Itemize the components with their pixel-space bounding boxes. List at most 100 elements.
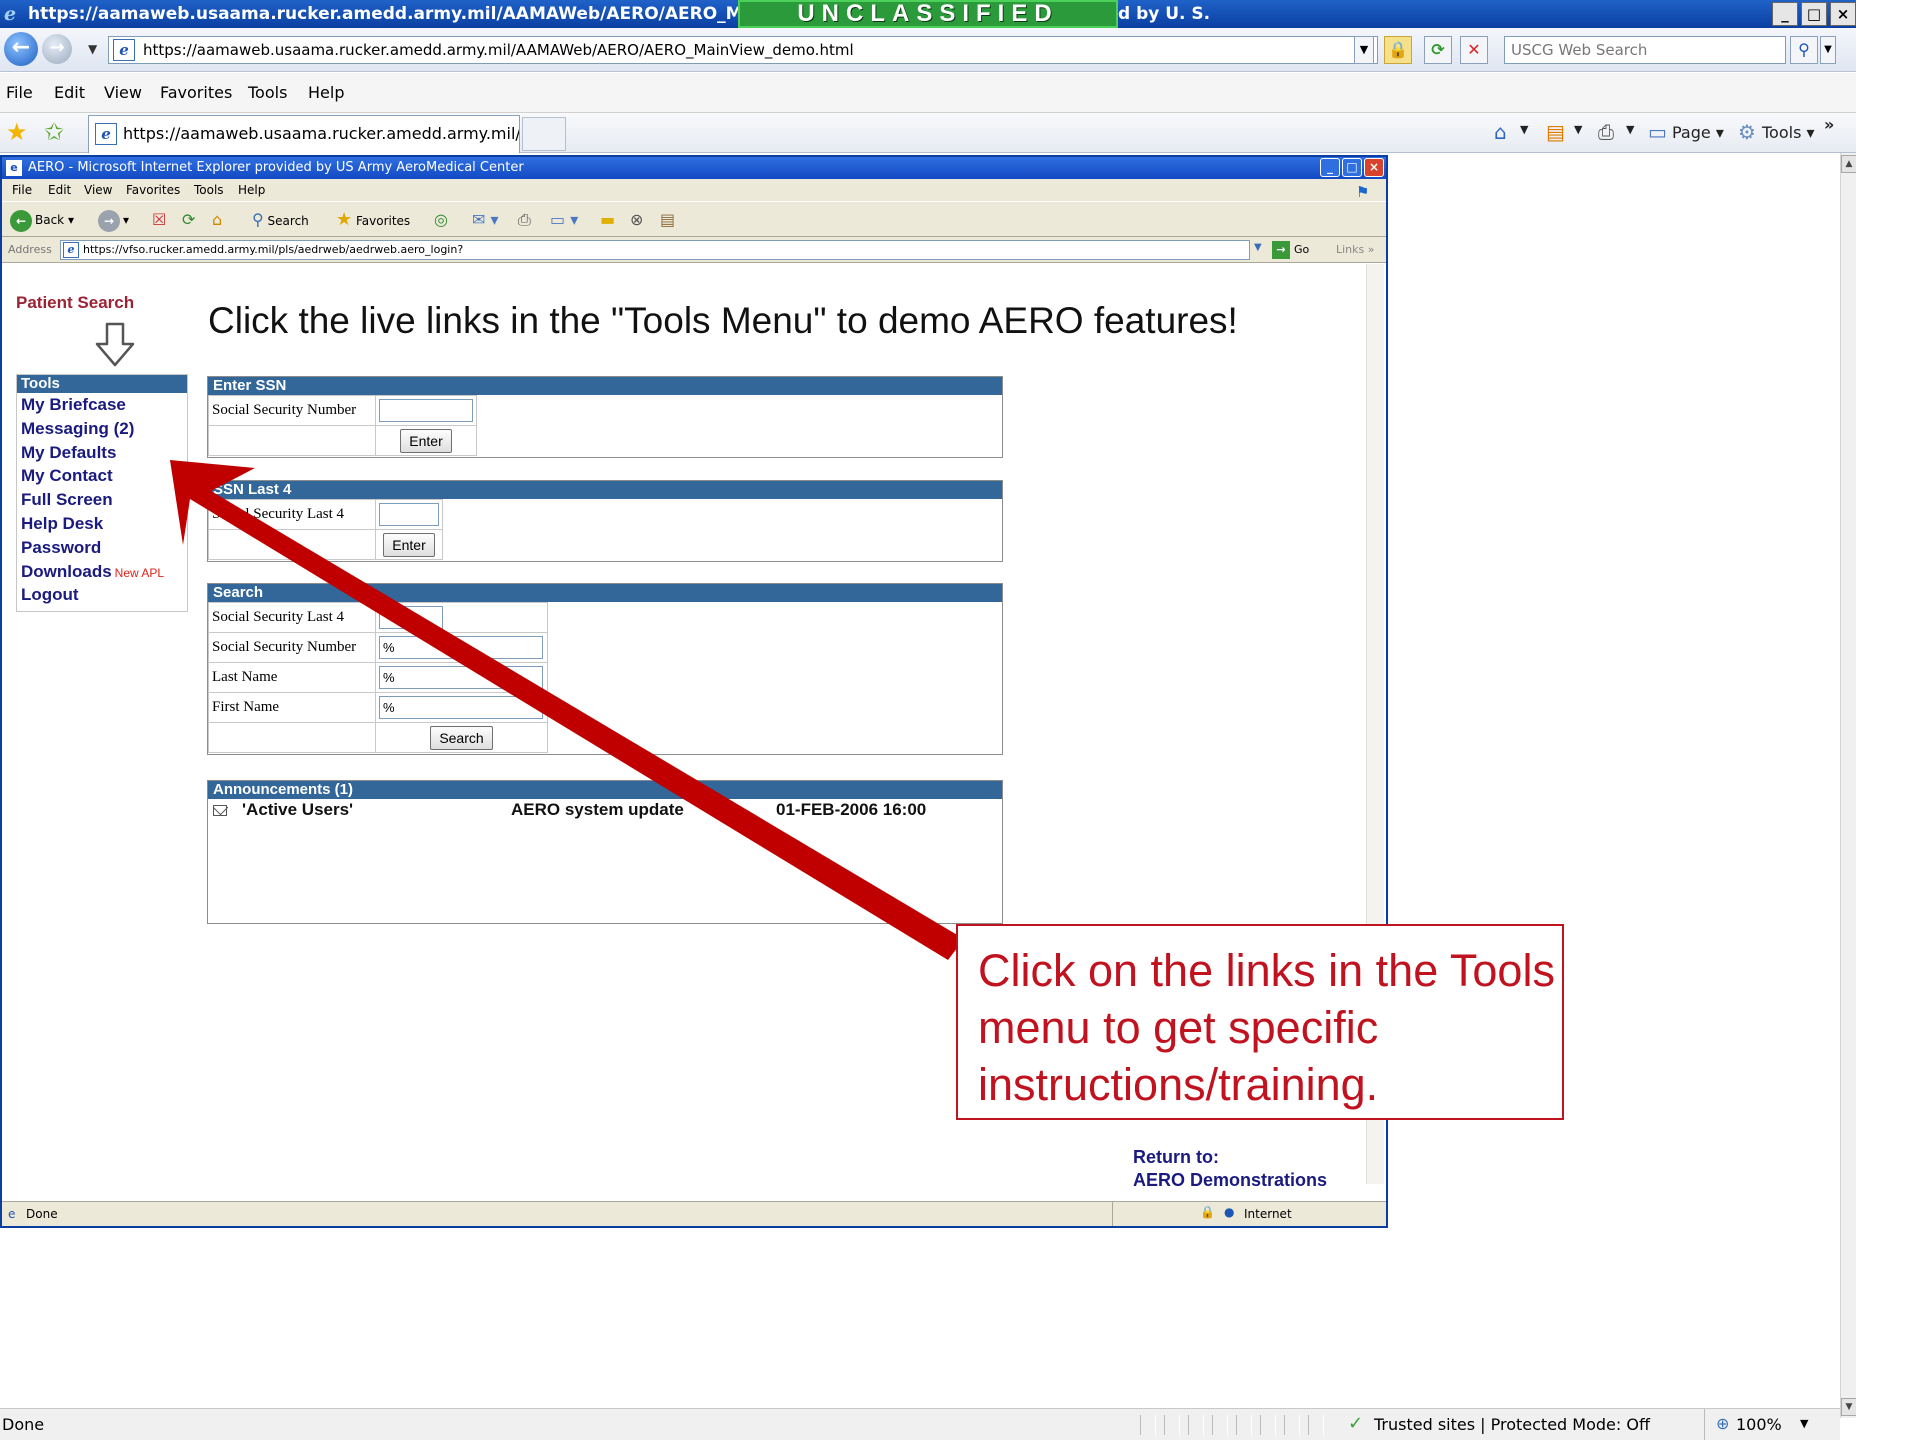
tools-link-label: Password: [21, 537, 102, 557]
inner-refresh-icon[interactable]: ⟳: [182, 208, 195, 232]
new-apl-badge: New APL: [114, 565, 165, 580]
page-menu-label: Page: [1672, 123, 1711, 142]
aero-demonstrations-link[interactable]: AERO Demonstrations: [1133, 1169, 1327, 1192]
tools-link-my-contact[interactable]: My Contact: [21, 464, 187, 488]
ssn-last4-input[interactable]: [379, 503, 439, 526]
new-tab-button[interactable]: [522, 117, 566, 151]
inner-close-button[interactable]: ×: [1364, 158, 1384, 177]
inner-print-icon[interactable]: ⎙: [518, 208, 531, 232]
browser-tab[interactable]: e https://aamaweb.usaama.rucker.amedd.ar…: [88, 115, 520, 153]
inner-stop-icon[interactable]: ☒: [152, 208, 166, 232]
tools-link-help-desk[interactable]: Help Desk: [21, 512, 187, 536]
home-dropdown-icon[interactable]: ▼: [1520, 123, 1528, 136]
page-menu[interactable]: Page ▾: [1672, 123, 1724, 142]
close-button[interactable]: ×: [1830, 2, 1856, 26]
menu-help[interactable]: Help: [308, 83, 344, 102]
inner-media-icon[interactable]: ◎: [434, 208, 448, 232]
menu-view[interactable]: View: [104, 83, 142, 102]
status-segment: [1308, 1415, 1324, 1435]
inner-maximize-button[interactable]: □: [1342, 158, 1362, 177]
first-name-input[interactable]: [379, 696, 543, 719]
outer-scrollbar[interactable]: ▲ ▼: [1840, 153, 1857, 1418]
web-search-input[interactable]: USCG Web Search: [1504, 36, 1786, 64]
url-dropdown-icon[interactable]: ▼: [1354, 36, 1374, 64]
inner-folder-icon[interactable]: ▬: [600, 208, 615, 232]
last-name-input[interactable]: [379, 666, 543, 689]
tools-gear-icon: ⚙: [1738, 120, 1756, 144]
inner-links-label[interactable]: Links »: [1336, 243, 1375, 256]
internet-globe-icon: ●: [1224, 1205, 1235, 1219]
tools-link-messaging[interactable]: Messaging (2): [21, 417, 187, 441]
tools-menu[interactable]: Tools ▾: [1762, 123, 1815, 142]
enter-ssn-last4-button[interactable]: Enter: [383, 532, 435, 557]
inner-home-icon[interactable]: ⌂: [212, 208, 222, 232]
search-icon[interactable]: ⚲: [1790, 36, 1818, 64]
minimize-button[interactable]: _: [1772, 2, 1798, 26]
inner-menu-tools[interactable]: Tools: [194, 183, 224, 197]
inner-minimize-button[interactable]: _: [1320, 158, 1340, 177]
back-button[interactable]: ←: [4, 32, 38, 66]
favorites-center-icon[interactable]: ★: [6, 119, 28, 145]
inner-block-icon[interactable]: ⊗: [630, 208, 643, 232]
security-zone[interactable]: Trusted sites | Protected Mode: Off: [1374, 1415, 1650, 1434]
zoom-dropdown-icon[interactable]: ▼: [1800, 1417, 1808, 1430]
inner-go-button[interactable]: → Go: [1272, 241, 1309, 259]
stop-icon[interactable]: ✕: [1460, 36, 1488, 64]
status-divider: [1704, 1409, 1705, 1440]
inner-edit-icon[interactable]: ▭ ▾: [550, 208, 578, 232]
tools-link-password[interactable]: Password: [21, 536, 187, 560]
tools-link-my-briefcase[interactable]: My Briefcase: [21, 393, 187, 417]
announcement-group[interactable]: 'Active Users': [242, 800, 353, 820]
tools-link-label: Logout: [21, 585, 79, 605]
restore-button[interactable]: □: [1801, 2, 1827, 26]
forward-button[interactable]: →: [42, 34, 72, 64]
inner-favorites-button[interactable]: ★ Favorites: [336, 208, 410, 232]
tools-menu-label: Tools: [1762, 123, 1802, 142]
menu-file[interactable]: File: [6, 83, 33, 102]
inner-menu-file[interactable]: File: [12, 183, 32, 197]
inner-research-icon[interactable]: ▤: [660, 208, 675, 232]
feeds-icon[interactable]: ▤: [1546, 121, 1565, 143]
zoom-level[interactable]: 100%: [1736, 1415, 1782, 1434]
refresh-icon[interactable]: ⟳: [1424, 36, 1452, 64]
inner-back-button[interactable]: ← Back ▾: [10, 208, 74, 232]
inner-window-title: AERO - Microsoft Internet Explorer provi…: [28, 160, 524, 175]
ssn-input[interactable]: [379, 399, 473, 422]
lock-icon[interactable]: 🔒: [1384, 36, 1412, 64]
search-ssn-input[interactable]: [379, 636, 543, 659]
inner-mail-icon[interactable]: ✉ ▾: [472, 208, 499, 232]
tools-link-downloads[interactable]: Downloads New APL: [21, 560, 187, 584]
enter-ssn-button[interactable]: Enter: [400, 428, 452, 453]
menu-tools[interactable]: Tools: [248, 83, 287, 102]
search-button[interactable]: Search: [430, 725, 493, 750]
inner-menu-help[interactable]: Help: [238, 183, 265, 197]
search-last4-input[interactable]: [379, 606, 443, 629]
inner-url-field[interactable]: e https://vfso.rucker.amedd.army.mil/pls…: [60, 240, 1250, 260]
menu-favorites[interactable]: Favorites: [160, 83, 232, 102]
inner-forward-button[interactable]: → ▾: [98, 208, 129, 232]
inner-status-page-icon: e: [8, 1207, 16, 1221]
search-last4-label: Social Security Last 4: [208, 602, 376, 633]
tools-link-logout[interactable]: Logout: [21, 583, 187, 607]
menu-edit[interactable]: Edit: [54, 83, 85, 102]
inner-menu-view[interactable]: View: [84, 183, 112, 197]
tools-link-my-defaults[interactable]: My Defaults: [21, 441, 187, 465]
home-icon[interactable]: ⌂: [1494, 121, 1507, 143]
scroll-down-arrow-icon[interactable]: ▼: [1841, 1398, 1857, 1416]
chevron-more-icon[interactable]: »: [1824, 115, 1834, 134]
patient-search-link[interactable]: Patient Search: [16, 293, 134, 313]
feeds-dropdown-icon[interactable]: ▼: [1574, 123, 1582, 136]
tools-link-full-screen[interactable]: Full Screen: [21, 488, 187, 512]
history-dropdown-icon[interactable]: ▼: [88, 42, 97, 56]
inner-url-dropdown-icon[interactable]: ▼: [1254, 242, 1262, 253]
inner-menu-edit[interactable]: Edit: [48, 183, 71, 197]
inner-search-button[interactable]: ⚲ Search: [252, 208, 309, 232]
search-options-dropdown[interactable]: ▼: [1820, 36, 1836, 64]
print-icon[interactable]: ⎙: [1598, 121, 1614, 143]
announcement-subject[interactable]: AERO system update: [511, 800, 684, 820]
url-field[interactable]: e https://aamaweb.usaama.rucker.amedd.ar…: [108, 36, 1378, 64]
print-dropdown-icon[interactable]: ▼: [1626, 123, 1634, 136]
add-favorite-icon[interactable]: ✩: [44, 119, 64, 145]
inner-menu-favorites[interactable]: Favorites: [126, 183, 180, 197]
scroll-up-arrow-icon[interactable]: ▲: [1841, 155, 1857, 173]
